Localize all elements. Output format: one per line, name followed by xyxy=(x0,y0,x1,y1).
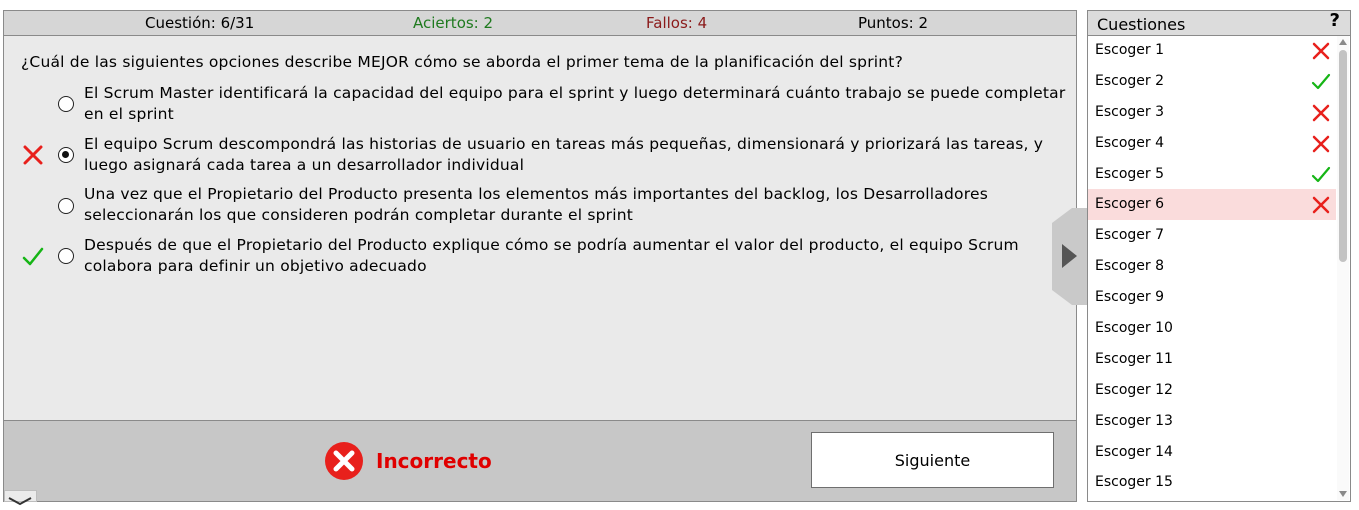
hits-counter: Aciertos: 2 xyxy=(413,14,494,32)
check-icon xyxy=(1311,73,1331,89)
question-list-label: Escoger 4 xyxy=(1095,134,1165,151)
question-list-label: Escoger 15 xyxy=(1095,474,1173,491)
question-list-label: Escoger 1 xyxy=(1095,42,1165,58)
question-list-label: Escoger 3 xyxy=(1095,103,1165,120)
quiz-panel: Cuestión: 6/31 Aciertos: 2 Fallos: 4 Pun… xyxy=(3,10,1077,506)
help-icon[interactable]: ? xyxy=(1330,10,1340,31)
question-list-label: Escoger 10 xyxy=(1095,320,1173,337)
option-3-radio[interactable] xyxy=(58,198,74,214)
scroll-up-arrow-icon[interactable] xyxy=(1338,37,1348,47)
question-list-label: Escoger 14 xyxy=(1095,443,1173,460)
question-list-label: Escoger 13 xyxy=(1095,412,1173,429)
scrollbar[interactable] xyxy=(1337,36,1349,500)
question-list-item[interactable]: Escoger 13 xyxy=(1088,406,1336,437)
result-indicator: Incorrecto xyxy=(324,441,492,481)
cross-icon xyxy=(23,145,43,165)
question-list-label: Escoger 9 xyxy=(1095,289,1165,306)
question-list-item[interactable]: Escoger 2 xyxy=(1088,66,1336,97)
question-list-item[interactable]: Escoger 7 xyxy=(1088,220,1336,251)
question-list-item[interactable]: Escoger 12 xyxy=(1088,375,1336,406)
question-list-item[interactable]: Escoger 9 xyxy=(1088,282,1336,313)
option-4-radio[interactable] xyxy=(58,248,74,264)
questions-list: Escoger 1 Escoger 2 Escoger 3 Escoger 4 Esco… xyxy=(1088,35,1336,498)
next-button[interactable]: Siguiente xyxy=(811,432,1054,488)
question-list-item[interactable]: Escoger 4 xyxy=(1088,128,1336,159)
question-list-item[interactable]: Escoger 3 xyxy=(1088,97,1336,128)
question-list-item[interactable]: Escoger 5 xyxy=(1088,159,1336,190)
cross-icon xyxy=(1312,104,1330,122)
side-panel-toggle[interactable] xyxy=(1052,208,1087,305)
status-bar: Cuestión: 6/31 Aciertos: 2 Fallos: 4 Pun… xyxy=(4,11,1076,36)
question-list-label: Escoger 6 xyxy=(1095,196,1165,213)
cross-icon xyxy=(1312,197,1330,214)
points-counter: Puntos: 2 xyxy=(858,14,929,32)
collapse-toggle[interactable] xyxy=(4,490,37,506)
option-4-text[interactable]: Después de que el Propietario del Produc… xyxy=(84,235,1069,277)
question-list-item[interactable]: Escoger 15 xyxy=(1088,467,1336,498)
result-text: Incorrecto xyxy=(376,449,492,473)
question-list-item[interactable]: Escoger 8 xyxy=(1088,251,1336,282)
scroll-thumb[interactable] xyxy=(1339,50,1347,262)
question-list-label: Escoger 8 xyxy=(1095,258,1165,275)
question-list-label: Escoger 5 xyxy=(1095,165,1165,182)
questions-title: Cuestiones xyxy=(1097,15,1186,34)
question-list-item[interactable]: Escoger 14 xyxy=(1088,437,1336,468)
question-counter: Cuestión: 6/31 xyxy=(145,14,255,32)
questions-header: Cuestiones ? xyxy=(1088,10,1350,36)
question-text: ¿Cuál de las siguientes opciones describ… xyxy=(21,53,904,71)
option-1-text[interactable]: El Scrum Master identificará la capacida… xyxy=(84,83,1069,125)
question-list-label: Escoger 12 xyxy=(1095,381,1173,398)
scroll-down-arrow-icon[interactable] xyxy=(1338,489,1348,499)
error-circle-icon xyxy=(325,442,363,480)
cross-icon xyxy=(1312,42,1330,60)
chevron-down-icon xyxy=(8,497,32,506)
question-list-item[interactable]: Escoger 1 xyxy=(1088,35,1336,66)
option-1-radio[interactable] xyxy=(58,96,74,112)
option-3-text[interactable]: Una vez que el Propietario del Producto … xyxy=(84,184,1069,226)
option-2-radio[interactable] xyxy=(58,147,74,163)
question-list-label: Escoger 11 xyxy=(1095,350,1173,367)
option-2-text[interactable]: El equipo Scrum descompondrá las histori… xyxy=(84,134,1069,176)
question-list-item[interactable]: Escoger 6 xyxy=(1088,189,1336,221)
check-icon xyxy=(22,247,44,266)
radio-selected-dot xyxy=(62,151,69,158)
question-list-item[interactable]: Escoger 10 xyxy=(1088,313,1336,344)
check-icon xyxy=(1311,166,1331,182)
question-list-label: Escoger 7 xyxy=(1095,227,1165,244)
feedback-footer: Incorrecto Siguiente xyxy=(4,420,1076,506)
question-list-item[interactable]: Escoger 11 xyxy=(1088,344,1336,375)
questions-panel: Cuestiones ? Escoger 1 Escoger 2 Escoger 3… xyxy=(1087,10,1351,502)
cross-icon xyxy=(1312,135,1330,152)
question-list-label: Escoger 2 xyxy=(1095,72,1165,89)
misses-counter: Fallos: 4 xyxy=(646,14,708,32)
